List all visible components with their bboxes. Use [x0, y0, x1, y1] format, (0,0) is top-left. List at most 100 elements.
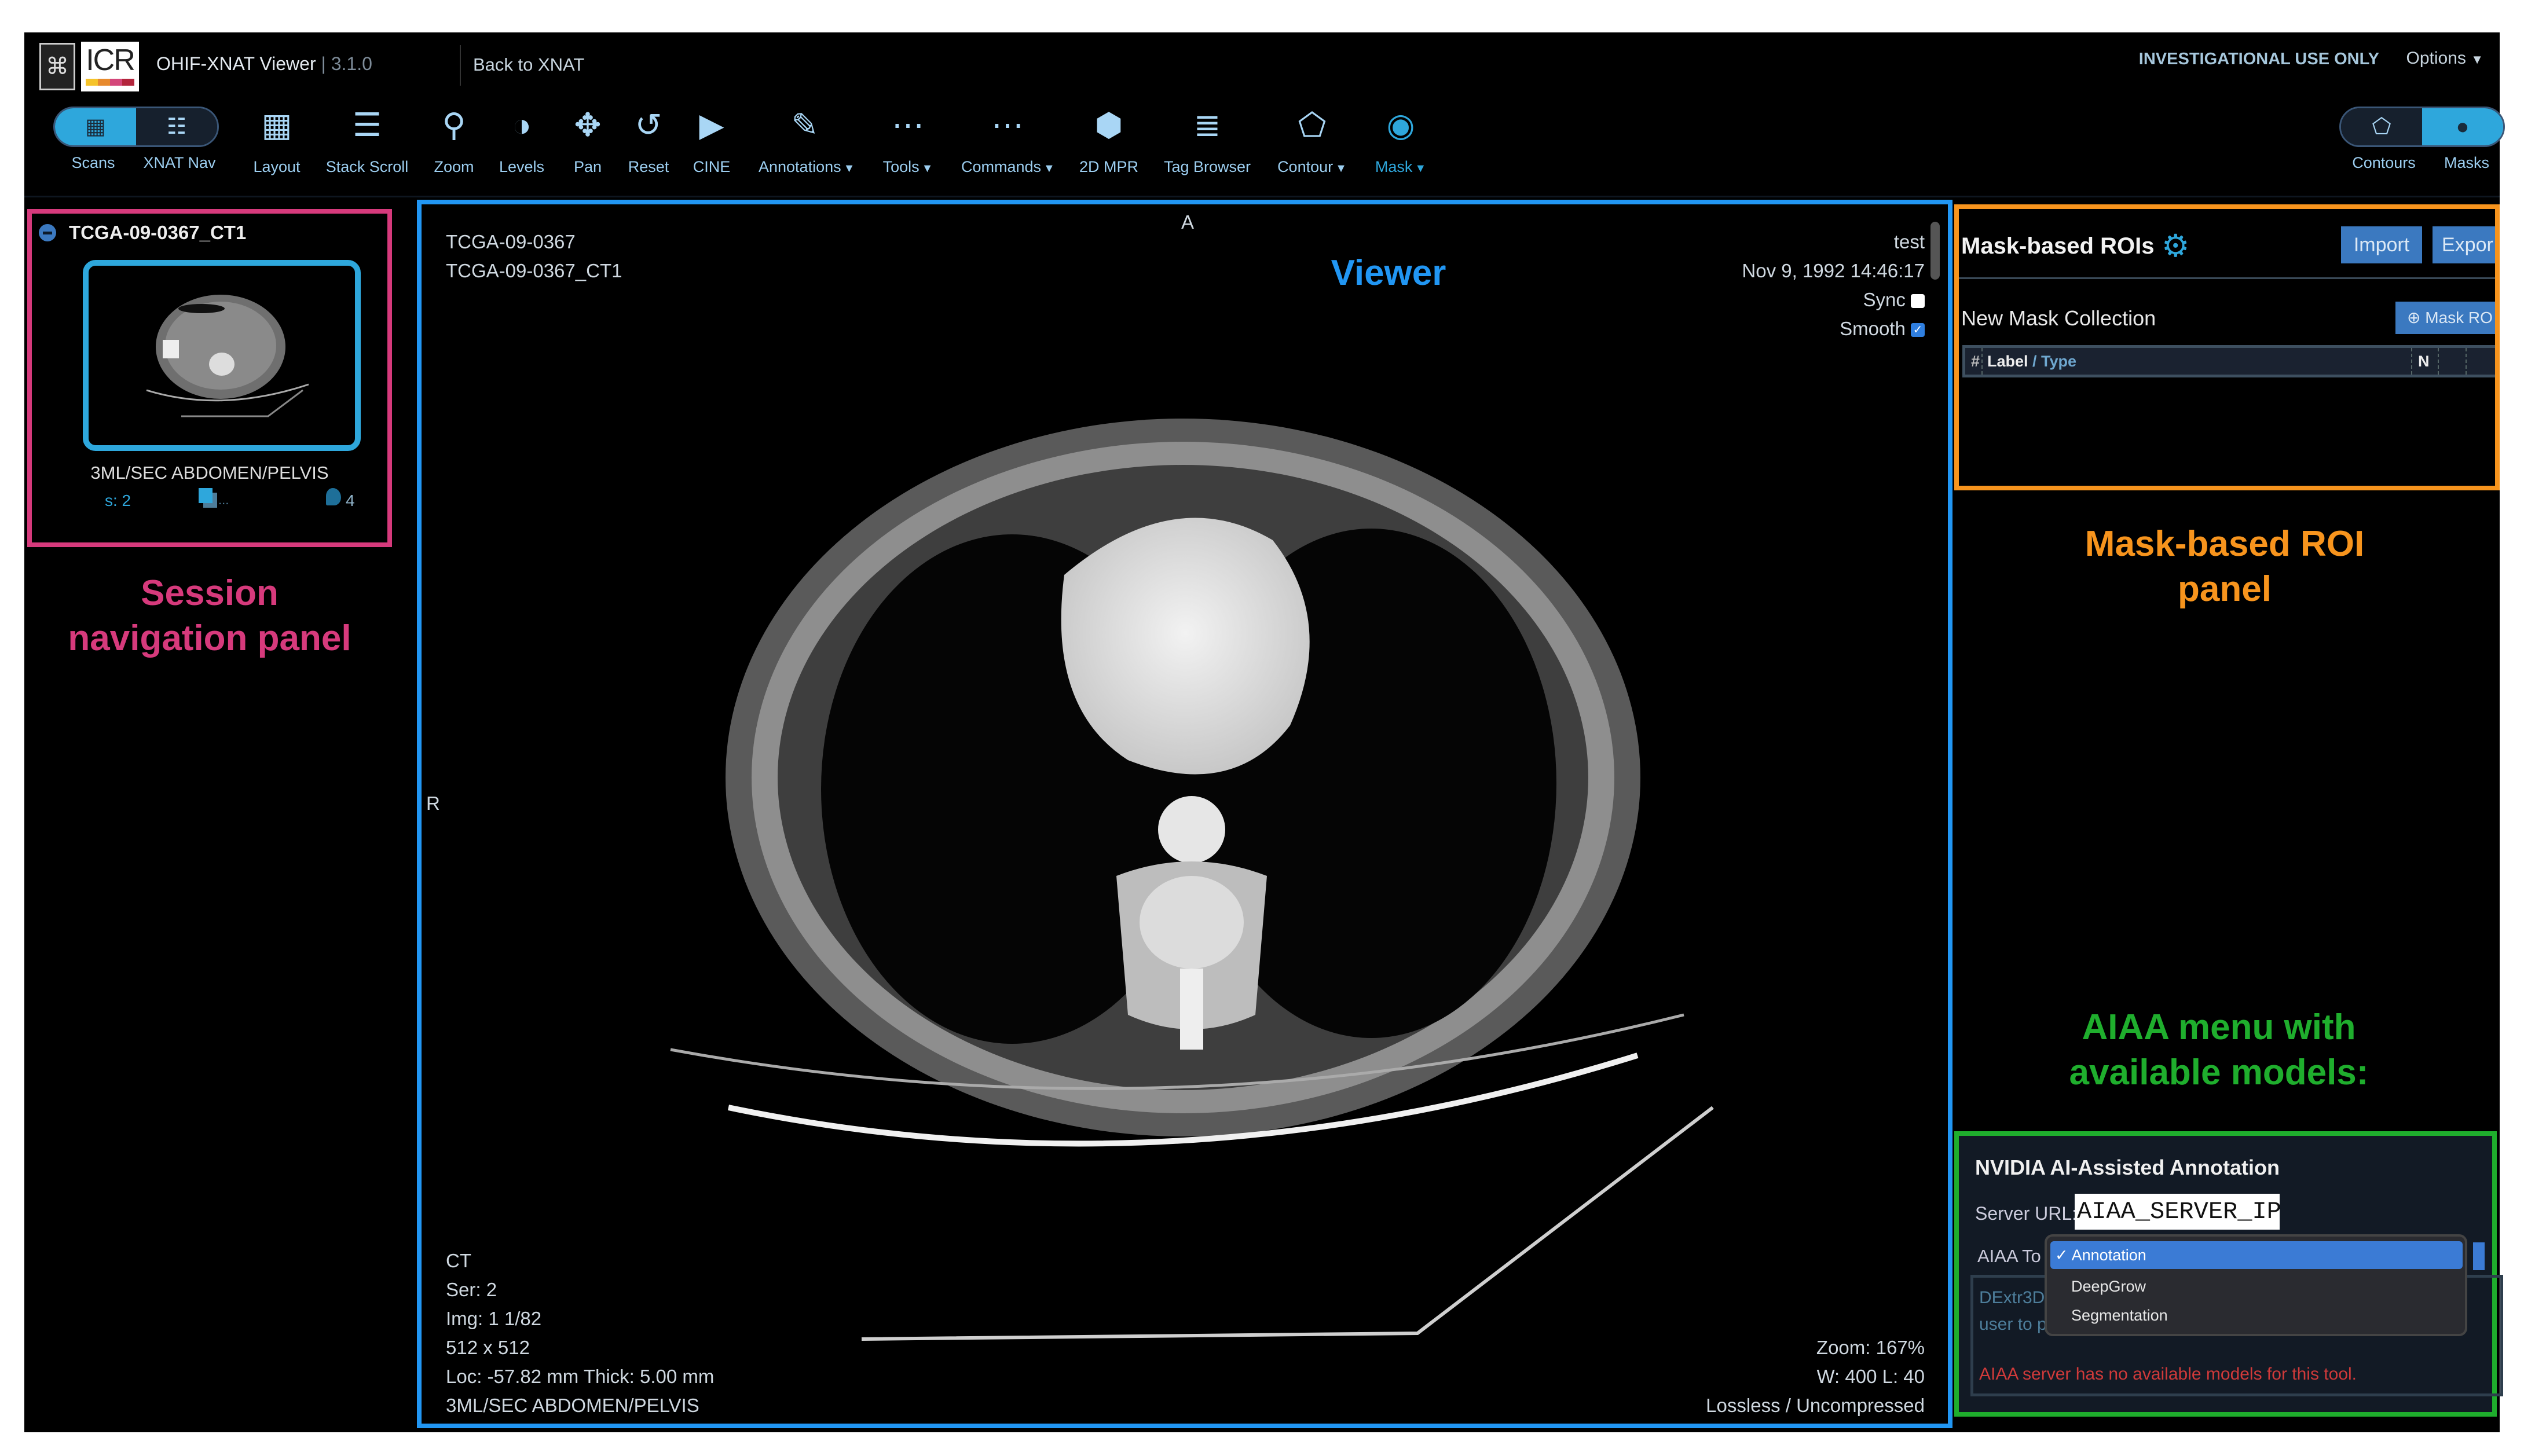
- collapse-icon[interactable]: [39, 224, 56, 241]
- contours-toggle[interactable]: ⬠: [2341, 108, 2422, 145]
- import-button[interactable]: Import: [2341, 226, 2422, 263]
- grid-icon: ▦: [261, 107, 292, 143]
- mask-roi-panel: Mask-based ROIs ⚙ Import Expor New Mask …: [1954, 204, 2500, 490]
- orientation-left: R: [426, 793, 440, 814]
- modality: CT: [446, 1250, 471, 1271]
- stack-icon: [199, 488, 213, 503]
- panel-divider: [1959, 277, 2495, 279]
- caret-down-icon: ▼: [1043, 162, 1055, 175]
- tool-label: CINE: [693, 158, 731, 175]
- orientation-top: A: [1181, 211, 1195, 233]
- contours-label: Contours: [2352, 154, 2416, 171]
- tool-tag-browser[interactable]: ≣ Tag Browser: [1161, 105, 1254, 176]
- patient-id: TCGA-09-0367: [446, 231, 576, 252]
- dropdown-option-annotation[interactable]: ✓ Annotation: [2050, 1241, 2463, 1269]
- back-to-xnat-link[interactable]: Back to XNAT: [473, 54, 584, 75]
- add-mask-roi-button[interactable]: ⊕ Mask RO: [2395, 302, 2495, 334]
- series-description: 3ML/SEC ABDOMEN/PELVIS: [446, 1395, 699, 1416]
- masks-toggle[interactable]: ●: [2422, 108, 2503, 145]
- roi-icon: [326, 488, 341, 505]
- export-button[interactable]: Expor: [2433, 226, 2495, 263]
- tool-label: Stack Scroll: [325, 158, 409, 175]
- xnat-nav-label: XNAT Nav: [143, 154, 216, 171]
- tool-label: Commands: [961, 158, 1042, 175]
- toolbar-divider: [24, 196, 2500, 197]
- tool-label: 2D MPR: [1079, 158, 1138, 175]
- series-thumbnail[interactable]: [83, 260, 361, 451]
- tool-contour[interactable]: ⬠ Contour ▼: [1266, 105, 1358, 176]
- roi-count: 4: [346, 492, 355, 509]
- series-number: s: 2: [105, 492, 131, 509]
- caret-down-icon: ▼: [921, 162, 933, 175]
- matrix-size: 512 x 512: [446, 1337, 530, 1358]
- session-nav-annotation: Session navigation panel: [68, 573, 351, 658]
- tool-mask[interactable]: ◉ Mask ▼: [1354, 105, 1447, 176]
- series: Ser: 2: [446, 1279, 497, 1300]
- options-menu[interactable]: Options ▼: [2406, 49, 2483, 68]
- tool-annotations[interactable]: ✎ Annotations ▼: [759, 105, 855, 176]
- more-icon: ⋯: [991, 107, 1024, 143]
- tool-cine[interactable]: ▶ CINE: [665, 105, 758, 176]
- app-title-text: OHIF-XNAT Viewer: [156, 53, 316, 74]
- zoom-level: Zoom: 167%: [1816, 1337, 1925, 1358]
- tool-commands[interactable]: ⋯ Commands ▼: [961, 105, 1055, 176]
- bottom-right-overlay: Zoom: 167% W: 400 L: 40 Lossless / Uncom…: [1706, 1333, 1925, 1420]
- tool-label: Tag Browser: [1163, 158, 1251, 175]
- bottom-left-overlay: CT Ser: 2 Img: 1 1/82 512 x 512 Loc: -57…: [446, 1246, 714, 1420]
- tool-tools[interactable]: ⋯ Tools ▼: [862, 105, 954, 176]
- scans-toggle[interactable]: ▦: [55, 108, 136, 145]
- study-date: Nov 9, 1992 14:46:17: [1742, 260, 1925, 281]
- smooth-checkbox[interactable]: Smooth ✓: [1742, 314, 1925, 343]
- app-window: ⌘ ICR OHIF-XNAT Viewer | 3.1.0 Back to X…: [24, 32, 2505, 1432]
- mask-icon: ◉: [1386, 107, 1415, 143]
- series-description: 3ML/SEC ABDOMEN/PELVIS: [90, 463, 329, 483]
- options-label: Options: [2406, 49, 2466, 68]
- left-panel-toggle[interactable]: ▦ ☷: [53, 107, 219, 147]
- description-line-1: DExtr3D: [1979, 1288, 2045, 1307]
- dropdown-stepper-icon[interactable]: [2473, 1242, 2485, 1270]
- compression: Lossless / Uncompressed: [1706, 1395, 1925, 1416]
- checkbox-checked-icon: ✓: [1911, 323, 1925, 338]
- chevron-down-icon: ▼: [2471, 52, 2483, 67]
- smooth-label: Smooth: [1840, 318, 1906, 339]
- top-right-overlay: test Nov 9, 1992 14:46:17 Sync Smooth ✓: [1742, 228, 1925, 343]
- dropdown-option-deepgrow[interactable]: DeepGrow: [2071, 1272, 2146, 1300]
- col-index: #: [1971, 353, 1980, 370]
- viewer-scrollbar[interactable]: [1930, 222, 1940, 280]
- header-divider: [460, 45, 461, 86]
- contour-icon: ⬠: [2372, 115, 2391, 139]
- server-url-input[interactable]: AIAA_SERVER_IP: [2075, 1194, 2281, 1230]
- tool-layout[interactable]: ▦ Layout: [230, 105, 323, 176]
- xnat-logo: ⌘: [39, 43, 75, 90]
- tool-label: Contour: [1277, 158, 1334, 175]
- tool-stack-scroll[interactable]: ☰ Stack Scroll: [321, 105, 413, 176]
- investigational-label: INVESTIGATIONAL USE ONLY: [2138, 50, 2379, 68]
- col-type: Type: [2041, 353, 2077, 370]
- tool-label: Tools: [882, 158, 920, 175]
- add-icon: ⊕: [2407, 309, 2421, 327]
- stack-scroll-icon: ☰: [352, 107, 382, 143]
- roi-table-header: # Label / Type N: [1962, 345, 2495, 377]
- ct-image: [670, 419, 1714, 1341]
- viewer-annotation: Viewer: [1331, 253, 1446, 293]
- aiaa-tool-dropdown[interactable]: ✓ Annotation DeepGrow Segmentation: [2045, 1234, 2467, 1336]
- settings-gear-icon[interactable]: ⚙: [2162, 228, 2189, 264]
- thumbnail-image: [146, 295, 309, 417]
- window-level: W: 400 L: 40: [1816, 1366, 1925, 1387]
- list-icon: ☷: [166, 115, 187, 139]
- xnat-nav-toggle[interactable]: ☷: [136, 108, 217, 145]
- session-id: TCGA-09-0367_CT1: [69, 222, 247, 243]
- viewer-panel[interactable]: A R TCGA-09-0367 TCGA-09-0367_CT1 Viewer…: [417, 200, 1952, 1428]
- aiaa-panel: NVIDIA AI-Assisted Annotation Server URL…: [1954, 1131, 2503, 1417]
- roi-mode-toggle[interactable]: ⬠ ●: [2339, 107, 2505, 147]
- dropdown-option-segmentation[interactable]: Segmentation: [2071, 1301, 2168, 1329]
- collection-name: New Mask Collection: [1961, 306, 2156, 330]
- tool-label: Layout: [253, 158, 301, 175]
- icr-logo: ICR: [81, 42, 139, 91]
- aiaa-tool-label: AIAA To: [1977, 1246, 2041, 1266]
- mask-icon: ●: [2456, 115, 2470, 139]
- tool-2d-mpr[interactable]: ⬢ 2D MPR: [1063, 105, 1155, 176]
- checkbox-icon: [1911, 294, 1925, 309]
- list-icon: ≣: [1193, 107, 1221, 143]
- sync-checkbox[interactable]: Sync: [1742, 285, 1925, 314]
